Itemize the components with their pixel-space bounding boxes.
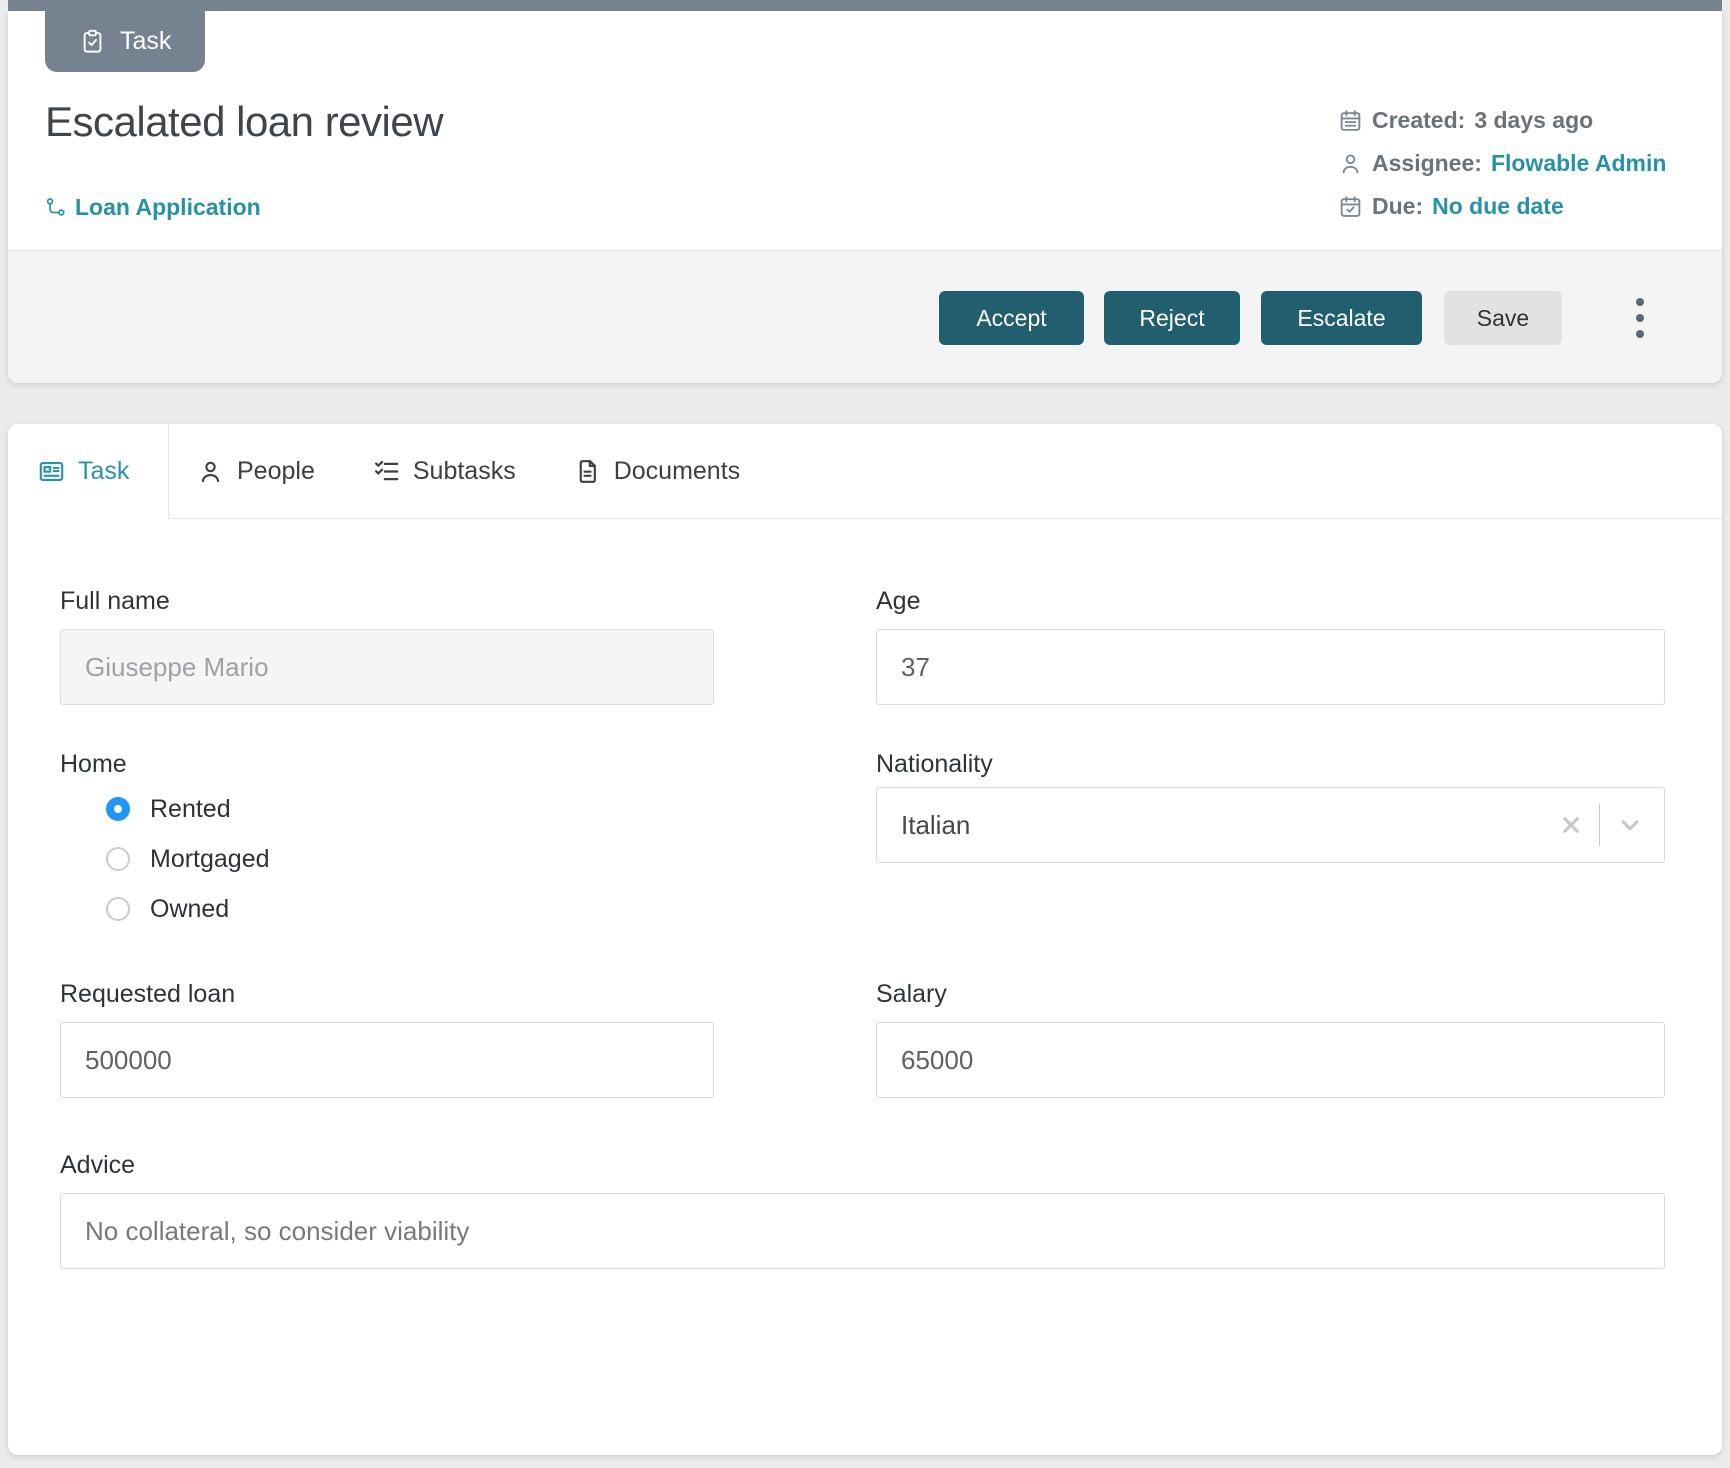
task-detail-card: Task People Subtasks xyxy=(8,424,1722,1455)
kebab-icon xyxy=(1636,298,1644,306)
tab-task[interactable]: Task xyxy=(8,424,168,519)
calendar-check-icon xyxy=(1338,194,1363,219)
nationality-label: Nationality xyxy=(876,750,1665,780)
task-meta: Created: 3 days ago Assignee: Flowable A… xyxy=(1338,105,1666,221)
created-value: 3 days ago xyxy=(1474,107,1593,134)
process-link-label: Loan Application xyxy=(75,194,261,221)
created-label: Created: xyxy=(1372,107,1465,134)
save-button[interactable]: Save xyxy=(1444,291,1562,345)
chevron-down-icon[interactable] xyxy=(1615,810,1645,840)
calendar-icon xyxy=(1338,108,1363,133)
task-type-label: Task xyxy=(120,27,171,56)
radio-owned[interactable] xyxy=(106,897,130,921)
radio-option-owned[interactable]: Owned xyxy=(106,884,714,934)
tab-documents[interactable]: Documents xyxy=(574,424,740,519)
form-icon xyxy=(38,458,65,485)
accept-button[interactable]: Accept xyxy=(939,291,1084,345)
tab-documents-label: Documents xyxy=(614,457,740,486)
meta-due: Due: No due date xyxy=(1338,191,1666,221)
escalate-button[interactable]: Escalate xyxy=(1261,291,1422,345)
clear-icon[interactable] xyxy=(1556,810,1586,840)
full-name-label: Full name xyxy=(60,587,714,617)
person-icon xyxy=(1338,151,1363,176)
tab-subtasks-label: Subtasks xyxy=(413,457,516,486)
assignee-label: Assignee: xyxy=(1372,150,1482,177)
field-nationality: Nationality Italian xyxy=(876,750,1665,863)
field-requested-loan: Requested loan xyxy=(60,980,714,1098)
field-age: Age xyxy=(876,587,1665,705)
advice-input[interactable] xyxy=(60,1193,1665,1269)
top-accent-strip xyxy=(8,0,1722,11)
more-actions-button[interactable] xyxy=(1614,286,1666,350)
radio-option-mortgaged[interactable]: Mortgaged xyxy=(106,834,714,884)
task-type-badge: Task xyxy=(45,10,205,72)
advice-label: Advice xyxy=(60,1151,1665,1181)
meta-created: Created: 3 days ago xyxy=(1338,105,1666,135)
field-advice: Advice xyxy=(60,1151,1665,1269)
nationality-value: Italian xyxy=(877,810,1556,841)
checklist-icon xyxy=(373,458,400,485)
field-full-name: Full name xyxy=(60,587,714,705)
radio-mortgaged[interactable] xyxy=(106,847,130,871)
page-title: Escalated loan review xyxy=(45,98,443,146)
radio-rented[interactable] xyxy=(106,797,130,821)
salary-label: Salary xyxy=(876,980,1665,1010)
reject-button[interactable]: Reject xyxy=(1104,291,1240,345)
tab-bar: Task People Subtasks xyxy=(8,424,1722,519)
age-label: Age xyxy=(876,587,1665,617)
assignee-link[interactable]: Flowable Admin xyxy=(1491,150,1667,177)
tab-people-label: People xyxy=(237,457,315,486)
tab-task-label: Task xyxy=(78,457,129,486)
salary-input[interactable] xyxy=(876,1022,1665,1098)
home-label: Home xyxy=(60,750,714,780)
tab-subtasks[interactable]: Subtasks xyxy=(373,424,516,519)
due-date-link[interactable]: No due date xyxy=(1432,193,1564,220)
requested-loan-input[interactable] xyxy=(60,1022,714,1098)
field-home: Home Rented Mortgaged Owned xyxy=(60,750,714,934)
radio-mortgaged-label: Mortgaged xyxy=(150,845,270,874)
document-icon xyxy=(574,458,601,485)
home-radio-group: Rented Mortgaged Owned xyxy=(106,784,714,934)
radio-rented-label: Rented xyxy=(150,795,231,824)
radio-option-rented[interactable]: Rented xyxy=(106,784,714,834)
action-bar: Accept Reject Escalate Save xyxy=(8,250,1722,383)
field-salary: Salary xyxy=(876,980,1665,1098)
age-input[interactable] xyxy=(876,629,1665,705)
clipboard-check-icon xyxy=(79,28,106,55)
nationality-select[interactable]: Italian xyxy=(876,787,1665,863)
due-label: Due: xyxy=(1372,193,1423,220)
tab-separator xyxy=(168,424,169,519)
meta-assignee: Assignee: Flowable Admin xyxy=(1338,148,1666,178)
full-name-input xyxy=(60,629,714,705)
process-icon xyxy=(45,197,67,219)
select-divider xyxy=(1599,804,1600,846)
requested-loan-label: Requested loan xyxy=(60,980,714,1010)
process-link[interactable]: Loan Application xyxy=(45,194,261,221)
task-header-card: Task Escalated loan review Loan Applicat… xyxy=(8,11,1722,383)
radio-owned-label: Owned xyxy=(150,895,229,924)
person-icon xyxy=(197,458,224,485)
tab-people[interactable]: People xyxy=(197,424,315,519)
